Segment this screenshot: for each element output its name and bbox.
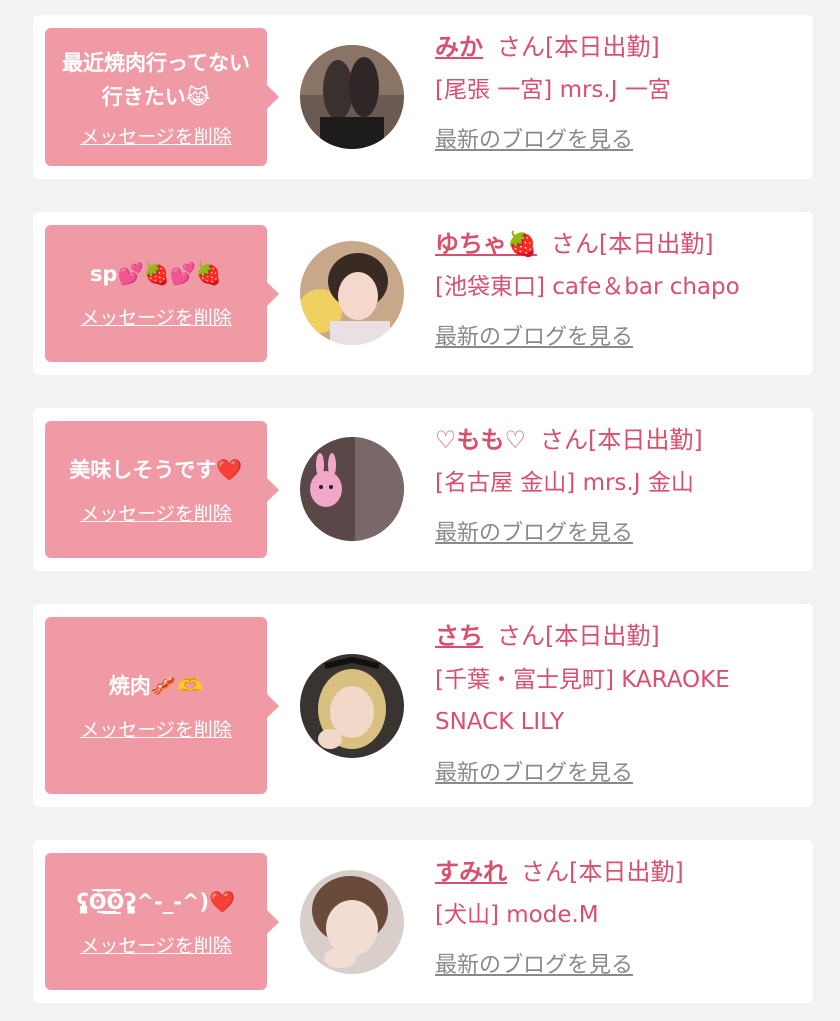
message-card: 美味しそうです❤️ メッセージを削除 ♡もも♡ さん[本日出勤] [名古屋 金山]…	[33, 408, 813, 571]
shop-name: [池袋東口] cafe＆bar chapo	[435, 274, 740, 300]
cast-info: ♡もも♡ さん[本日出勤] [名古屋 金山] mrs.J 金山 最新のブログを見る	[435, 423, 793, 547]
shop-name: [名古屋 金山] mrs.J 金山	[435, 470, 694, 496]
girl-avatar-photo-icon	[300, 45, 404, 149]
cast-info: ゆちゃ🍓 さん[本日出勤] [池袋東口] cafe＆bar chapo 最新のブロ…	[435, 227, 793, 351]
message-bubble: ʕ̡̢̡ʘ̅͟͜͡ʘ̲̅ʔ̢̡̢^-_-^)❤️ メッセージを削除	[45, 853, 279, 990]
name-row: すみれ さん[本日出勤]	[435, 855, 793, 889]
cast-name-link[interactable]: みか	[435, 33, 483, 61]
shop-name: [尾張 一宮] mrs.J 一宮	[435, 77, 671, 103]
delete-message-link[interactable]: メッセージを削除	[80, 122, 232, 149]
avatar[interactable]	[300, 45, 404, 149]
avatar[interactable]	[300, 241, 404, 345]
avatar[interactable]	[300, 437, 404, 541]
message-card: 最近焼肉行ってない行きたい😹 メッセージを削除 みか さん[本日出勤] [尾張 一…	[33, 15, 813, 179]
delete-message-link[interactable]: メッセージを削除	[80, 715, 232, 742]
cast-info: みか さん[本日出勤] [尾張 一宮] mrs.J 一宮 最新のブログを見る	[435, 30, 793, 154]
blog-link[interactable]: 最新のブログを見る	[435, 515, 633, 547]
delete-message-link[interactable]: メッセージを削除	[80, 499, 232, 526]
message-card: sp💕🍓💕🍓 メッセージを削除 ゆちゃ🍓 さん[本日出勤] [池袋東口] cafe…	[33, 212, 813, 375]
message-bubble: 最近焼肉行ってない行きたい😹 メッセージを削除	[45, 28, 279, 166]
message-card: 焼肉🥓🫶 メッセージを削除 さち さん[本日出勤] [千葉・富士見町] KARAO…	[33, 604, 813, 807]
delete-message-link[interactable]: メッセージを削除	[80, 931, 232, 958]
message-text: 最近焼肉行ってない行きたい😹	[62, 50, 250, 109]
avatar[interactable]	[300, 870, 404, 974]
attendance-status: さん[本日出勤]	[497, 33, 660, 61]
shop-name: [犬山] mode.M	[435, 902, 599, 928]
attendance-status: さん[本日出勤]	[550, 230, 714, 258]
attendance-status: さん[本日出勤]	[497, 622, 660, 650]
attendance-status: さん[本日出勤]	[540, 426, 703, 454]
message-text: 美味しそうです❤️	[69, 458, 243, 482]
message-card: ʕ̡̢̡ʘ̅͟͜͡ʘ̲̅ʔ̢̡̢^-_-^)❤️ メッセージを削除 すみれ さん[…	[33, 840, 813, 1003]
blog-link[interactable]: 最新のブログを見る	[435, 122, 633, 154]
blog-link[interactable]: 最新のブログを見る	[435, 755, 633, 787]
girl-avatar-photo-icon	[300, 241, 404, 345]
name-row: ♡もも♡ さん[本日出勤]	[435, 423, 793, 457]
message-text: sp💕🍓💕🍓	[89, 262, 223, 286]
cast-info: すみれ さん[本日出勤] [犬山] mode.M 最新のブログを見る	[435, 855, 793, 979]
delete-message-link[interactable]: メッセージを削除	[80, 303, 232, 330]
name-row: ゆちゃ🍓 さん[本日出勤]	[435, 227, 793, 261]
message-text: ʕ̡̢̡ʘ̅͟͜͡ʘ̲̅ʔ̢̡̢^-_-^)❤️	[76, 890, 236, 914]
cast-name-link[interactable]: ♡もも♡	[435, 426, 526, 454]
girl-avatar-photo-icon	[300, 654, 404, 758]
name-row: さち さん[本日出勤]	[435, 619, 793, 653]
message-bubble: sp💕🍓💕🍓 メッセージを削除	[45, 225, 279, 362]
blog-link[interactable]: 最新のブログを見る	[435, 947, 633, 979]
cast-name-link[interactable]: ゆちゃ🍓	[435, 230, 537, 258]
girl-avatar-photo-icon	[300, 870, 404, 974]
attendance-status: さん[本日出勤]	[521, 858, 684, 886]
name-row: みか さん[本日出勤]	[435, 30, 793, 64]
avatar[interactable]	[300, 654, 404, 758]
blog-link[interactable]: 最新のブログを見る	[435, 319, 633, 351]
cast-info: さち さん[本日出勤] [千葉・富士見町] KARAOKE SNACK LILY …	[435, 619, 793, 787]
message-bubble: 焼肉🥓🫶 メッセージを削除	[45, 617, 279, 794]
message-bubble: 美味しそうです❤️ メッセージを削除	[45, 421, 279, 558]
shop-name: [千葉・富士見町] KARAOKE SNACK LILY	[435, 667, 730, 735]
cast-name-link[interactable]: さち	[435, 622, 483, 650]
girl-avatar-photo-icon	[300, 437, 404, 541]
message-text: 焼肉🥓🫶	[108, 674, 204, 698]
cast-name-link[interactable]: すみれ	[435, 858, 507, 886]
